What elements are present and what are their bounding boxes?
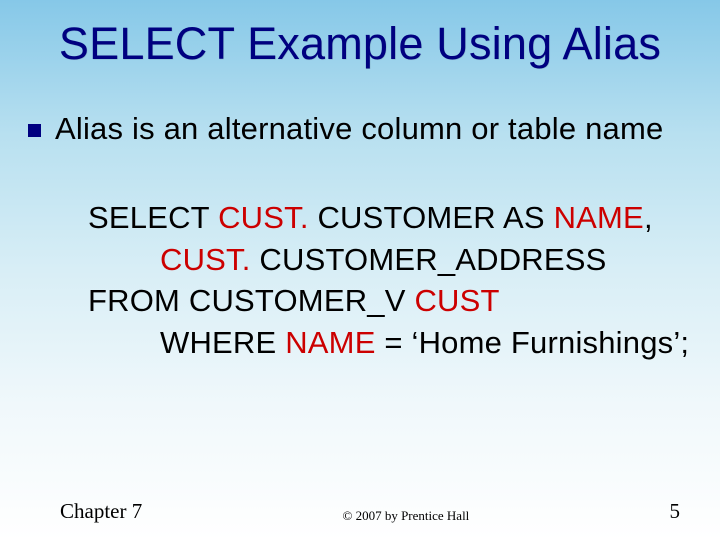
- slide: SELECT Example Using Alias Alias is an a…: [0, 0, 720, 540]
- code-line-4: WHERE NAME = ‘Home Furnishings’;: [88, 322, 700, 364]
- kw-where: WHERE: [160, 325, 285, 360]
- alias-name-2: NAME: [285, 325, 375, 360]
- where-literal: = ‘Home Furnishings’;: [376, 325, 690, 360]
- code-line-2: CUST. CUSTOMER_ADDRESS: [88, 239, 700, 281]
- square-bullet-icon: [28, 124, 41, 137]
- comma-1: ,: [644, 200, 653, 235]
- code-line-3: FROM CUSTOMER_V CUST: [88, 280, 700, 322]
- footer-copyright: © 2007 by Prentice Hall: [142, 508, 669, 524]
- footer-page-number: 5: [670, 499, 681, 524]
- slide-footer: Chapter 7 © 2007 by Prentice Hall 5: [0, 499, 720, 524]
- footer-chapter: Chapter 7: [60, 499, 142, 524]
- col-address: CUSTOMER_ADDRESS: [251, 242, 607, 277]
- code-line-1: SELECT CUST. CUSTOMER AS NAME,: [88, 197, 700, 239]
- slide-title: SELECT Example Using Alias: [0, 0, 720, 70]
- kw-select: SELECT: [88, 200, 218, 235]
- alias-cust-3: CUST: [414, 283, 499, 318]
- sql-code-block: SELECT CUST. CUSTOMER AS NAME, CUST. CUS…: [88, 197, 700, 364]
- from-clause: FROM CUSTOMER_V: [88, 283, 414, 318]
- alias-cust-1: CUST.: [218, 200, 309, 235]
- alias-name-1: NAME: [554, 200, 644, 235]
- col-customer: CUSTOMER AS: [309, 200, 554, 235]
- slide-body: Alias is an alternative column or table …: [0, 70, 720, 364]
- alias-cust-2: CUST.: [160, 242, 251, 277]
- bullet-text: Alias is an alternative column or table …: [55, 110, 663, 149]
- bullet-item: Alias is an alternative column or table …: [28, 110, 700, 149]
